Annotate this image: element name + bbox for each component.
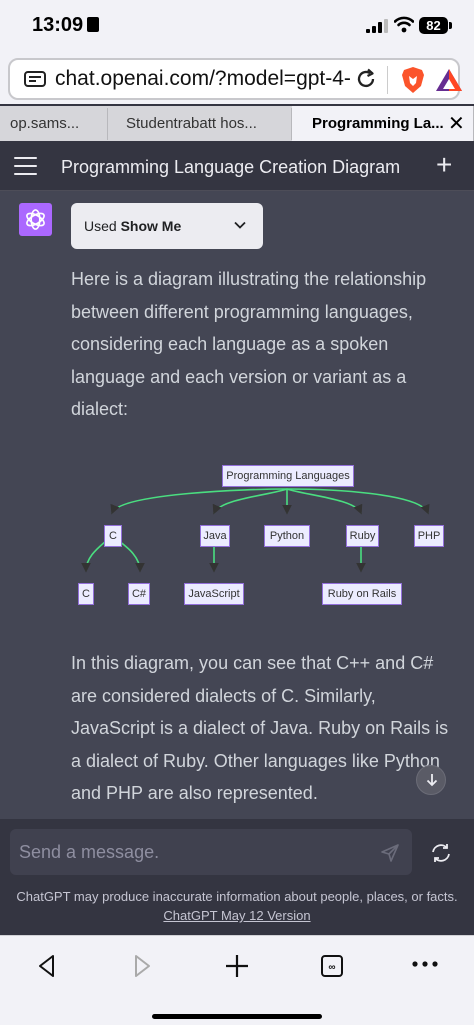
version-link[interactable]: ChatGPT May 12 Version xyxy=(163,908,310,923)
signal-icon xyxy=(366,19,388,33)
diagram-node-root: Programming Languages xyxy=(222,465,354,487)
home-indicator xyxy=(152,1014,322,1019)
url-text[interactable]: chat.openai.com/?model=gpt-4-p xyxy=(55,67,351,91)
message-outro: In this diagram, you can see that C++ an… xyxy=(71,653,449,803)
new-tab-icon[interactable] xyxy=(224,953,250,979)
brave-rewards-icon[interactable] xyxy=(435,67,463,93)
more-options-icon[interactable] xyxy=(412,960,438,968)
tabs-icon[interactable]: ∞ xyxy=(320,953,344,979)
regenerate-icon[interactable] xyxy=(430,843,452,863)
message-intro: Here is a diagram illustrating the relat… xyxy=(71,269,427,419)
tab-strip: op.sams... Studentrabatt hos... Programm… xyxy=(0,106,474,141)
message-input[interactable] xyxy=(19,837,359,867)
tab-label: op.sams... xyxy=(10,115,80,132)
openai-logo-icon xyxy=(26,209,45,230)
browser-toolbar: chat.openai.com/?model=gpt-4-p xyxy=(0,52,474,104)
battery-indicator: 82 xyxy=(419,17,448,34)
diagram-node-cpp: C xyxy=(78,583,94,605)
status-time: 13:09 xyxy=(32,14,84,36)
battery-tip xyxy=(449,22,452,29)
diagram-node-csharp: C# xyxy=(128,583,150,605)
scroll-to-bottom-button[interactable] xyxy=(416,765,446,795)
diagram-node-python: Python xyxy=(264,525,310,547)
svg-text:∞: ∞ xyxy=(328,962,335,973)
diagram-node-ruby: Ruby xyxy=(346,525,379,547)
language-diagram[interactable]: Programming Languages C Java Python Ruby… xyxy=(70,463,450,613)
status-bar: 13:09 82 xyxy=(0,0,474,52)
tab-label: Studentrabatt hos... xyxy=(126,115,257,132)
arrow-down-icon xyxy=(426,774,438,787)
back-icon[interactable] xyxy=(36,953,58,979)
chevron-down-icon xyxy=(234,221,246,229)
brave-shield-icon[interactable] xyxy=(400,66,426,94)
composer: ChatGPT may produce inaccurate informati… xyxy=(0,819,474,935)
divider xyxy=(387,66,388,94)
diagram-node-java: Java xyxy=(200,525,230,547)
wifi-icon xyxy=(394,16,414,33)
assistant-message: Used Show Me Here is a diagram illustrat… xyxy=(0,191,474,819)
disclaimer-text: ChatGPT may produce inaccurate informati… xyxy=(16,889,458,904)
tab-studentrabatt[interactable]: Studentrabatt hos... xyxy=(108,108,292,140)
new-chat-icon[interactable]: + xyxy=(436,151,452,179)
browser-bottom-bar: ∞ xyxy=(0,935,474,1025)
diagram-node-php: PHP xyxy=(414,525,444,547)
diagram-node-c: C xyxy=(104,525,122,547)
chat-header: Programming Language Creation Diagram + xyxy=(0,141,474,191)
page-title: Programming Language Creation Diagram xyxy=(61,157,401,177)
assistant-avatar xyxy=(19,203,52,236)
message-box[interactable] xyxy=(10,829,412,875)
address-bar[interactable]: chat.openai.com/?model=gpt-4-p xyxy=(8,58,463,100)
diagram-node-ruby-on-rails: Ruby on Rails xyxy=(322,583,402,605)
site-settings-icon[interactable] xyxy=(24,70,46,90)
plugin-label: Used Show Me xyxy=(84,218,182,234)
forward-icon[interactable] xyxy=(131,953,153,979)
diagram-node-javascript: JavaScript xyxy=(184,583,244,605)
plugin-dropdown[interactable]: Used Show Me xyxy=(71,203,263,249)
send-icon[interactable] xyxy=(380,843,400,863)
tab-programming[interactable]: Programming La... xyxy=(292,106,474,141)
tab-samsung[interactable]: op.sams... xyxy=(0,108,108,140)
tab-label: Programming La... xyxy=(312,115,444,132)
disclaimer: ChatGPT may produce inaccurate informati… xyxy=(14,887,460,925)
id-card-icon xyxy=(87,17,99,32)
close-tab-icon[interactable]: ✕ xyxy=(448,114,465,134)
reload-icon[interactable] xyxy=(354,67,378,91)
menu-icon[interactable] xyxy=(14,157,37,181)
